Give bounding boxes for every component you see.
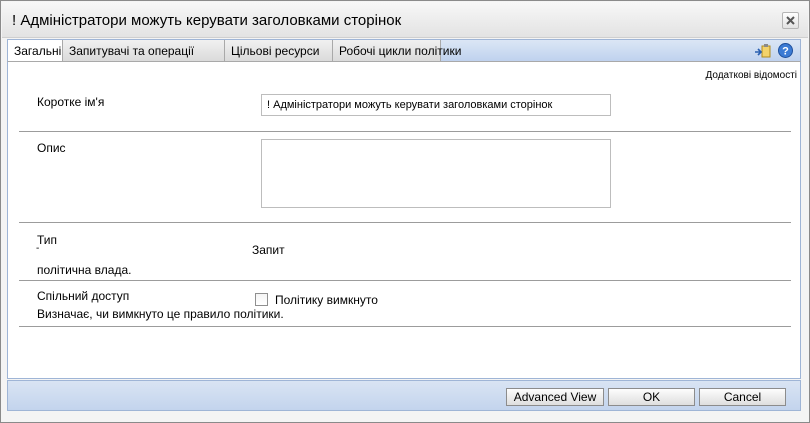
tab-policy-workflows[interactable]: Робочі цикли політики	[333, 40, 461, 62]
short-name-section: Коротке ім'я	[19, 90, 791, 132]
policy-dialog: ! Адміністратори можуть керувати заголов…	[0, 0, 810, 423]
tab-strip: Загальні Запитувачі та операції Цільові …	[7, 39, 801, 63]
description-label: Опис	[37, 141, 66, 155]
help-icon[interactable]: ?	[777, 42, 795, 60]
tab-requestors-operations-label: Запитувачі та операції	[69, 44, 195, 58]
type-value: Запит	[252, 243, 285, 257]
short-name-input[interactable]	[261, 94, 611, 116]
disabled-label: Спільний доступ	[37, 289, 130, 303]
policy-disabled-label[interactable]: Політику вимкнуто	[275, 293, 378, 307]
description-section: Опис	[19, 132, 791, 223]
tab-target-resources[interactable]: Цільові ресурси	[225, 40, 333, 62]
type-description: політична влада.	[37, 263, 132, 277]
more-info-link[interactable]: Додаткові відомості	[705, 70, 797, 81]
short-name-label: Коротке ім'я	[37, 95, 105, 109]
dialog-title: ! Адміністратори можуть керувати заголов…	[12, 12, 402, 29]
type-marker: -	[36, 243, 40, 254]
tab-toolbar: ?	[754, 42, 794, 60]
type-label: Тип	[37, 233, 58, 247]
tab-general-label: Загальні	[14, 44, 62, 58]
policy-disabled-checkbox[interactable]	[255, 293, 268, 306]
close-button[interactable]	[782, 12, 799, 29]
export-icon[interactable]	[754, 42, 772, 60]
svg-text:?: ?	[782, 46, 789, 58]
close-icon	[786, 16, 795, 25]
general-tab-panel: Додаткові відомості Коротке ім'я Опис Ти…	[7, 61, 801, 379]
tab-policy-workflows-label: Робочі цикли політики	[339, 44, 462, 58]
tab-general[interactable]: Загальні	[8, 40, 63, 63]
ok-button[interactable]: OK	[608, 388, 695, 406]
tab-requestors-operations[interactable]: Запитувачі та операції	[63, 40, 225, 62]
cancel-button[interactable]: Cancel	[699, 388, 786, 406]
disabled-description: Визначає, чи вимкнуто це правило політик…	[37, 307, 284, 321]
button-bar: Advanced View OK Cancel	[7, 380, 801, 411]
advanced-view-button[interactable]: Advanced View	[506, 388, 604, 406]
title-bar: ! Адміністратори можуть керувати заголов…	[2, 2, 808, 38]
tab-target-resources-label: Цільові ресурси	[231, 44, 320, 58]
disabled-section: Спільний доступ Визначає, чи вимкнуто це…	[19, 281, 791, 327]
type-section: Тип - політична влада. Запит	[19, 223, 791, 281]
description-field[interactable]	[261, 139, 611, 208]
